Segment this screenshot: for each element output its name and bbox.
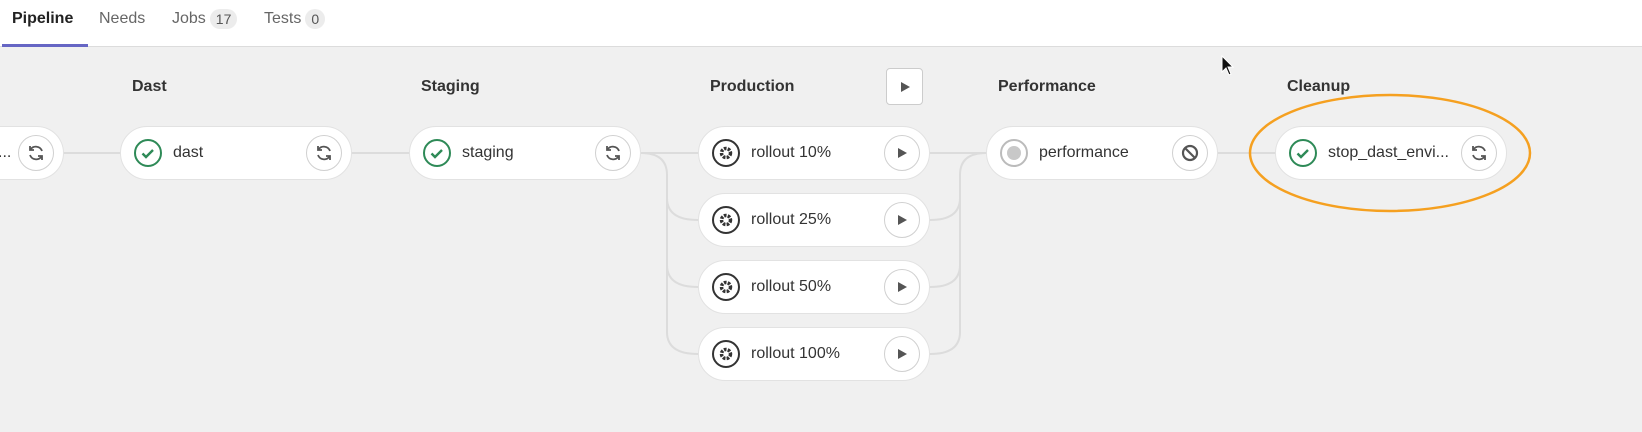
job-name: dast — [173, 144, 204, 161]
status-success-icon — [1288, 138, 1318, 168]
play-icon — [896, 214, 908, 226]
job-pill[interactable]: rollout 10% — [698, 126, 930, 180]
job-pill[interactable]: dast — [120, 126, 352, 180]
status-manual-icon — [711, 205, 741, 235]
play-button[interactable] — [884, 269, 920, 305]
job-name: rollout 100% — [751, 345, 840, 362]
play-button[interactable] — [884, 336, 920, 372]
job-pill[interactable]: rollout 25% — [698, 193, 930, 247]
status-manual-icon — [711, 339, 741, 369]
status-success-icon — [133, 138, 163, 168]
status-created-icon — [999, 138, 1029, 168]
stage-title-performance: Performance — [998, 78, 1096, 95]
job-pill[interactable]: rollout 50% — [698, 260, 930, 314]
job-name: staging — [462, 144, 514, 161]
play-button[interactable] — [884, 135, 920, 171]
stage-title-dast: Dast — [132, 78, 167, 95]
cancel-icon — [1180, 143, 1200, 163]
play-icon — [896, 281, 908, 293]
play-icon — [896, 147, 908, 159]
retry-icon — [1469, 143, 1489, 163]
retry-button[interactable] — [306, 135, 342, 171]
play-icon — [896, 348, 908, 360]
job-name: rollout 10% — [751, 144, 832, 161]
cancel-button[interactable] — [1172, 135, 1208, 171]
status-manual-icon — [711, 138, 741, 168]
stage-title-staging: Staging — [421, 78, 480, 95]
status-manual-icon — [711, 272, 741, 302]
mouse-cursor — [1221, 54, 1235, 76]
job-name: performance — [1039, 144, 1129, 161]
job-pill[interactable]: rollout 100% — [698, 327, 930, 381]
play-button[interactable] — [884, 202, 920, 238]
stage-title-production: Production — [710, 78, 795, 95]
retry-icon — [26, 143, 46, 163]
job-pill[interactable]: performance — [986, 126, 1218, 180]
job-name: stop_dast_envi... — [1328, 144, 1449, 161]
retry-button[interactable] — [18, 135, 54, 171]
job-pill[interactable]: stop_dast_envi... — [1275, 126, 1507, 180]
retry-button[interactable] — [595, 135, 631, 171]
retry-icon — [603, 143, 623, 163]
job-pill[interactable]: staging — [409, 126, 641, 180]
status-success-icon — [422, 138, 452, 168]
play-stage-button[interactable] — [886, 68, 923, 105]
job-name: rollout 50% — [751, 278, 832, 295]
stage-title-cleanup: Cleanup — [1287, 78, 1351, 95]
job-name: ... — [0, 144, 12, 161]
previous-job-pill[interactable]: ... — [0, 126, 64, 180]
job-name: rollout 25% — [751, 211, 832, 228]
play-icon — [900, 81, 910, 92]
retry-icon — [314, 143, 334, 163]
retry-button[interactable] — [1461, 135, 1497, 171]
